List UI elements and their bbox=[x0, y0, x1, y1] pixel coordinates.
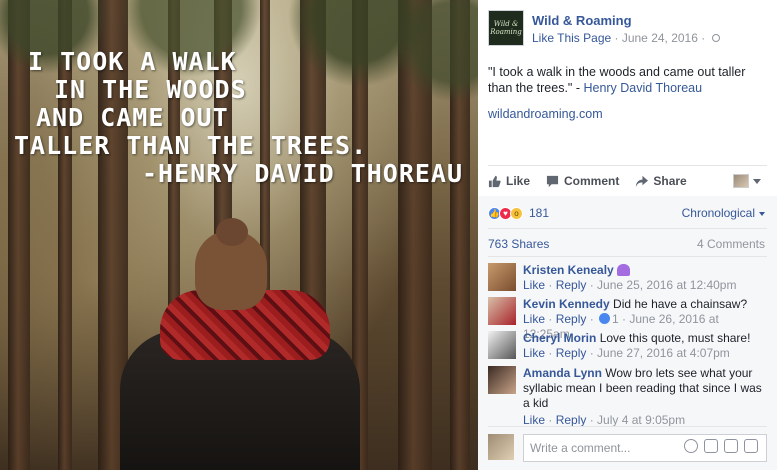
reaction-count[interactable]: 181 bbox=[529, 206, 549, 220]
thumbs-up-icon bbox=[488, 175, 501, 187]
divider bbox=[488, 165, 767, 166]
globe-icon bbox=[711, 33, 720, 42]
divider bbox=[488, 426, 767, 427]
divider bbox=[488, 256, 767, 257]
post-header: Wild & Roaming Wild & Roaming Like This … bbox=[488, 10, 773, 50]
commenter-avatar[interactable] bbox=[488, 263, 516, 291]
quote-line: -Henry David Thoreau bbox=[142, 159, 464, 188]
post-panel: Wild & Roaming Wild & Roaming Like This … bbox=[478, 0, 777, 470]
comment-like-link[interactable]: Like bbox=[523, 278, 545, 292]
commenter-name[interactable]: Amanda Lynn bbox=[523, 366, 602, 380]
shares-count[interactable]: 763 Shares bbox=[488, 237, 549, 251]
sticker-icon[interactable] bbox=[744, 439, 758, 453]
quote-line: I took a walk bbox=[28, 47, 237, 76]
current-user-avatar bbox=[488, 434, 514, 460]
website-link[interactable]: wildandroaming.com bbox=[488, 107, 603, 121]
author-link[interactable]: Henry David Thoreau bbox=[583, 81, 702, 95]
share-label: Share bbox=[653, 174, 687, 188]
commenter-avatar[interactable] bbox=[488, 297, 516, 325]
avatar-logo-text: Wild & Roaming bbox=[490, 20, 522, 36]
comments-count: 4 Comments bbox=[696, 237, 765, 251]
comment-input-placeholder: Write a comment... bbox=[530, 441, 631, 455]
sort-dropdown[interactable]: Chronological bbox=[682, 206, 765, 220]
caret-down-icon bbox=[759, 211, 765, 216]
comment-body: Cheryl Morin Love this quote, must share… bbox=[523, 331, 767, 361]
comment-like-link[interactable]: Like bbox=[523, 346, 545, 360]
commenter-avatar[interactable] bbox=[488, 366, 516, 394]
commenter-name[interactable]: Kristen Kenealy bbox=[523, 263, 614, 277]
comment-button[interactable]: Comment bbox=[546, 174, 619, 188]
woman-figure bbox=[120, 218, 360, 470]
commenter-avatar[interactable] bbox=[488, 331, 516, 359]
like-page-link[interactable]: Like This Page bbox=[532, 31, 611, 45]
commenter-name[interactable]: Cheryl Morin bbox=[523, 331, 596, 345]
photo-quote: I took a walk in the woods and came out … bbox=[14, 48, 474, 188]
comment-text: Love this quote, must share! bbox=[599, 331, 751, 345]
share-button[interactable]: Share bbox=[635, 174, 687, 188]
camera-icon[interactable] bbox=[704, 439, 718, 453]
post-date[interactable]: · June 24, 2016 · bbox=[611, 31, 708, 45]
comment-time[interactable]: · July 4 at 9:05pm bbox=[586, 413, 685, 427]
sort-label: Chronological bbox=[681, 206, 755, 220]
comment-meta: Like · Reply · June 27, 2016 at 4:07pm bbox=[523, 346, 730, 360]
comment-time[interactable]: · June 25, 2016 at 12:40pm bbox=[586, 278, 737, 292]
purple-heart-icon bbox=[616, 263, 630, 276]
action-bar: Like Comment Share bbox=[488, 170, 767, 192]
quote-line: taller than the trees. bbox=[14, 131, 368, 160]
comment-reply-link[interactable]: Reply bbox=[556, 413, 587, 427]
comment-like-link[interactable]: Like bbox=[523, 312, 545, 326]
comment-icon bbox=[546, 175, 559, 187]
hair-bun bbox=[216, 218, 248, 246]
wow-reaction-icon: o bbox=[510, 206, 523, 220]
comment-time[interactable]: · June 27, 2016 at 4:07pm bbox=[586, 346, 730, 360]
comment-reply-link[interactable]: Reply bbox=[556, 346, 587, 360]
comment-like-link[interactable]: Like bbox=[523, 413, 545, 427]
share-icon bbox=[636, 175, 649, 187]
chevron-down-icon[interactable] bbox=[753, 179, 761, 184]
quote-line: in the woods bbox=[54, 75, 247, 104]
reaction-summary[interactable]: 👍 ♥ o 181 bbox=[488, 206, 549, 220]
comment-composer: Write a comment... bbox=[488, 432, 767, 462]
gif-icon[interactable] bbox=[724, 439, 738, 453]
post-photo[interactable]: I took a walk in the woods and came out … bbox=[0, 0, 478, 470]
divider bbox=[488, 228, 767, 229]
post-meta: Like This Page · June 24, 2016 · bbox=[532, 31, 720, 45]
comment-meta: Like · Reply · June 25, 2016 at 12:40pm bbox=[523, 278, 737, 292]
emoji-icon[interactable] bbox=[684, 439, 698, 453]
comment-reply-link[interactable]: Reply bbox=[556, 278, 587, 292]
comment-text: Did he have a chainsaw? bbox=[613, 297, 748, 311]
viewer-avatar[interactable] bbox=[733, 174, 749, 188]
like-button[interactable]: Like bbox=[488, 174, 530, 188]
quote-line: and came out bbox=[36, 103, 229, 132]
page-avatar[interactable]: Wild & Roaming bbox=[488, 10, 524, 46]
page-name-link[interactable]: Wild & Roaming bbox=[532, 13, 632, 28]
like-reaction-icon bbox=[599, 313, 611, 325]
comment-body: Amanda Lynn Wow bro lets see what your s… bbox=[523, 366, 767, 428]
comment-label: Comment bbox=[564, 174, 620, 188]
like-label: Like bbox=[506, 174, 531, 188]
comment-reply-link[interactable]: Reply bbox=[556, 312, 587, 326]
post-text: "I took a walk in the woods and came out… bbox=[488, 64, 758, 96]
comment-body: Kristen Kenealy Like · Reply · June 25, … bbox=[523, 263, 767, 293]
commenter-name[interactable]: Kevin Kennedy bbox=[523, 297, 610, 311]
